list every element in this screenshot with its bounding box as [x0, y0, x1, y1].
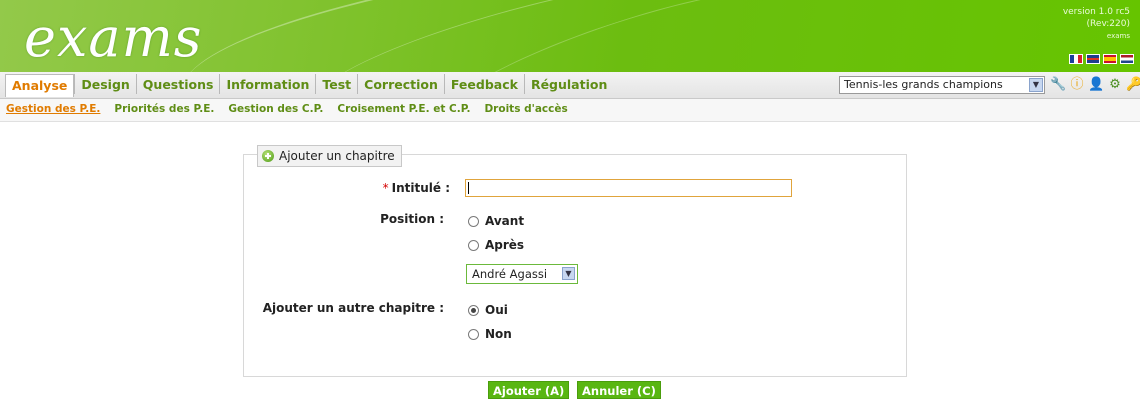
version-text: version 1.0 rc5 [1062, 7, 1130, 17]
title-label-text: Intitulé : [391, 181, 450, 195]
flag-uk-icon[interactable] [1086, 54, 1100, 64]
tab-feedback[interactable]: Feedback [443, 74, 524, 94]
position-label: Position : [380, 212, 444, 226]
revision-text: (Rev:220) [1086, 19, 1130, 29]
wrench-icon[interactable]: 🔧 [1050, 77, 1066, 93]
sub-nav-links: Gestion des P.E. Priorités des P.E. Gest… [6, 103, 568, 115]
another-yes-option[interactable]: Oui [468, 303, 508, 317]
tab-analyse[interactable]: Analyse [5, 74, 75, 97]
required-marker: * [382, 181, 389, 195]
position-after-label: Après [485, 238, 525, 252]
position-after-option[interactable]: Après [468, 238, 524, 252]
another-no-option[interactable]: Non [468, 327, 512, 341]
project-select-value: Tennis-les grands champions [844, 78, 1003, 91]
sub-nav: Gestion des P.E. Priorités des P.E. Gest… [0, 99, 1140, 122]
user-icon[interactable]: 👤 [1088, 77, 1104, 93]
another-no-label: Non [485, 327, 512, 341]
version-info: version 1.0 rc5 (Rev:220) exams [1063, 6, 1130, 42]
app-header: exams version 1.0 rc5 (Rev:220) exams [0, 0, 1140, 72]
flag-nl-icon[interactable] [1120, 54, 1134, 64]
username-text: exams [1106, 32, 1130, 40]
radio-before[interactable] [468, 215, 479, 227]
language-flags [1069, 54, 1134, 64]
chevron-down-icon[interactable]: ▼ [1029, 78, 1043, 92]
main-tabs: Analyse Design Questions Information Tes… [5, 74, 613, 97]
tab-information[interactable]: Information [219, 74, 315, 94]
settings-icon[interactable]: ⚙ [1107, 77, 1123, 93]
subnav-gestion-cp[interactable]: Gestion des C.P. [228, 103, 323, 115]
cancel-button[interactable]: Annuler (C) [577, 381, 661, 399]
radio-yes[interactable] [468, 304, 479, 316]
key-icon[interactable]: 🔑 [1126, 77, 1140, 93]
add-button[interactable]: Ajouter (A) [488, 381, 570, 399]
panel-title: Ajouter un chapitre [279, 149, 395, 163]
another-chapter-label: Ajouter un autre chapitre : [262, 301, 444, 315]
app-logo[interactable]: exams [24, 6, 203, 70]
project-select[interactable]: Tennis-les grands champions ▼ [839, 76, 1045, 94]
add-circle-icon [262, 150, 274, 162]
tab-regulation[interactable]: Régulation [523, 74, 613, 94]
tab-test[interactable]: Test [315, 74, 357, 94]
subnav-croisement[interactable]: Croisement P.E. et C.P. [337, 103, 470, 115]
flag-fr-icon[interactable] [1069, 54, 1083, 64]
tab-correction[interactable]: Correction [357, 74, 444, 94]
radio-after[interactable] [468, 239, 479, 251]
tab-questions[interactable]: Questions [135, 74, 220, 94]
info-icon[interactable]: ⓘ [1069, 77, 1085, 93]
position-before-label: Avant [485, 214, 525, 228]
panel-legend: Ajouter un chapitre [257, 145, 402, 167]
position-before-option[interactable]: Avant [468, 214, 524, 228]
chapter-select-value: André Agassi [472, 267, 548, 281]
radio-no[interactable] [468, 328, 479, 340]
chapter-title-input[interactable] [465, 179, 792, 197]
subnav-gestion-pe[interactable]: Gestion des P.E. [6, 103, 100, 115]
subnav-droits-acces[interactable]: Droits d'accès [484, 103, 567, 115]
toolbar-icons: 🔧 ⓘ 👤 ⚙ 🔑 [1050, 77, 1140, 93]
text-caret [468, 182, 469, 194]
chevron-down-icon[interactable]: ▼ [562, 267, 575, 280]
another-yes-label: Oui [485, 303, 508, 317]
flag-es-icon[interactable] [1103, 54, 1117, 64]
title-label: * Intitulé : [330, 181, 450, 195]
tab-design[interactable]: Design [74, 74, 135, 94]
chapter-select[interactable]: André Agassi ▼ [466, 264, 578, 284]
subnav-priorites-pe[interactable]: Priorités des P.E. [114, 103, 214, 115]
